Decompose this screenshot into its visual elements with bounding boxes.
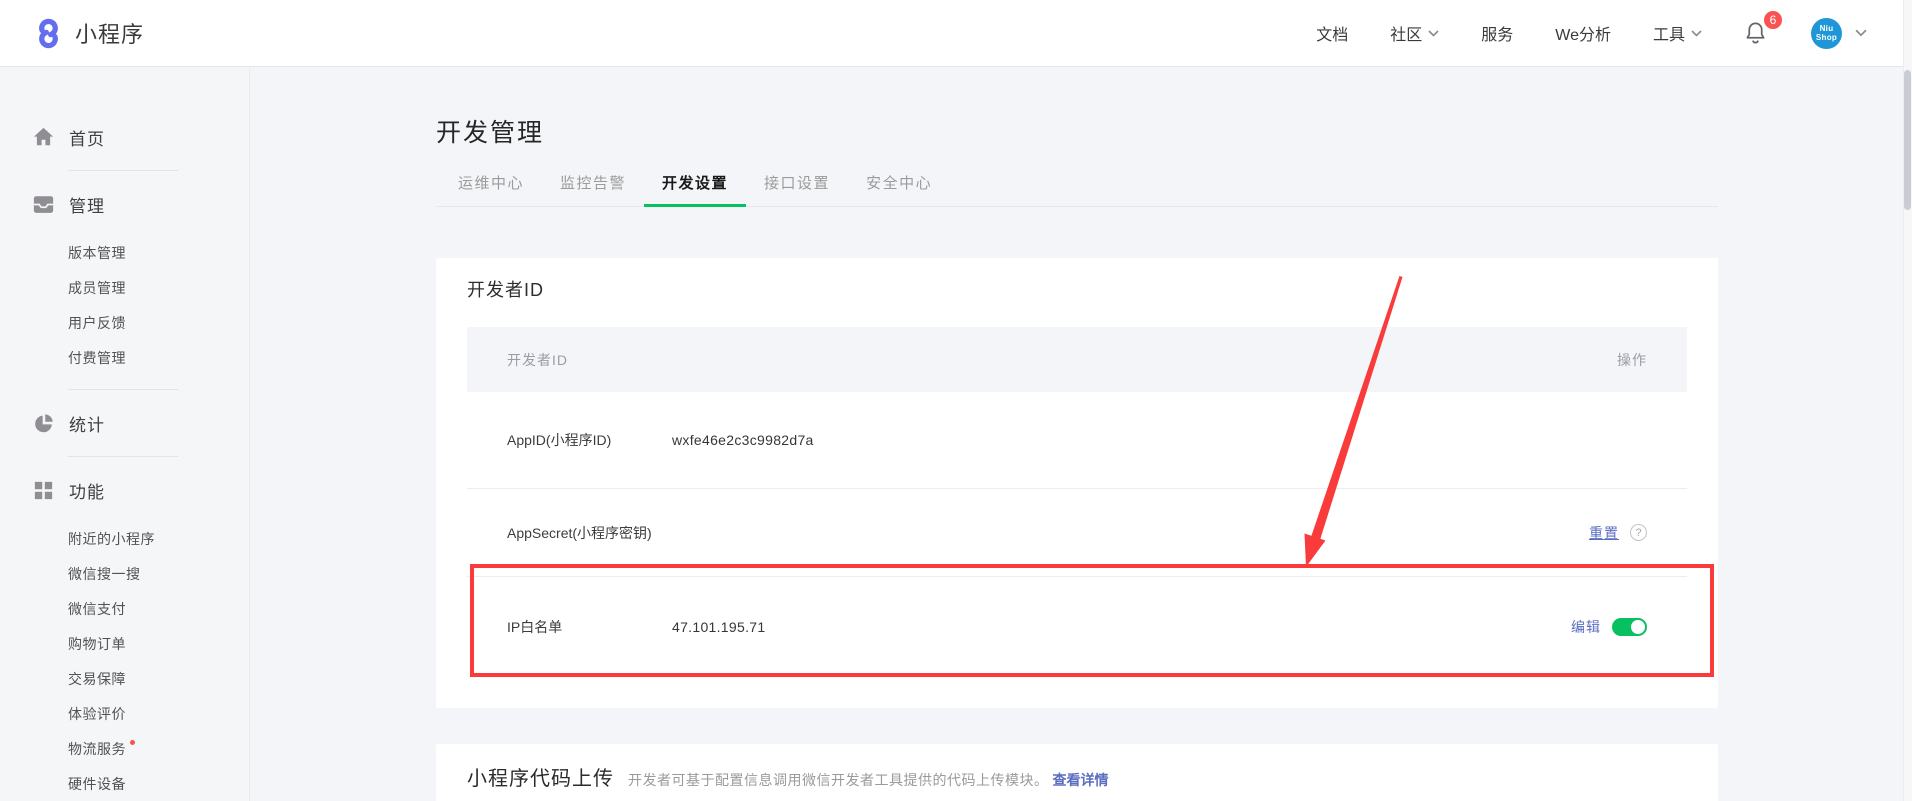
tab-api-settings[interactable]: 接口设置 [746, 172, 848, 206]
nav-label: 工具 [1653, 21, 1685, 45]
chevron-down-icon [1428, 30, 1439, 37]
column-header-action: 操作 [1617, 350, 1647, 370]
sidebar: 首页 管理 版本管理 成员管理 用户反馈 付费管理 统计 [0, 68, 250, 801]
view-details-link[interactable]: 查看详情 [1053, 770, 1109, 790]
section-title-code-upload: 小程序代码上传 [467, 762, 614, 791]
tab-bar: 运维中心 监控告警 开发设置 接口设置 安全中心 [436, 172, 1718, 207]
sidebar-item-label: 功能 [69, 478, 105, 503]
sidebar-item-logistics-service[interactable]: 物流服务 [0, 732, 249, 767]
sidebar-item-payment-management[interactable]: 付费管理 [0, 341, 249, 376]
sidebar-item-home[interactable]: 首页 [0, 117, 249, 157]
sidebar-item-wechat-pay[interactable]: 微信支付 [0, 592, 249, 627]
edit-link[interactable]: 编辑 [1571, 617, 1601, 637]
avatar-text-line1: Niu [1820, 24, 1834, 33]
avatar-text-line2: Shop [1816, 33, 1837, 42]
nav-services[interactable]: 服务 [1481, 21, 1513, 45]
nav-label: We分析 [1555, 21, 1611, 45]
tab-development-settings[interactable]: 开发设置 [644, 172, 746, 206]
code-upload-description: 开发者可基于配置信息调用微信开发者工具提供的代码上传模块。 [628, 770, 1049, 790]
ip-whitelist-label: IP白名单 [507, 617, 672, 637]
divider [68, 170, 178, 171]
sidebar-item-user-feedback[interactable]: 用户反馈 [0, 306, 249, 341]
miniprogram-logo-icon [33, 18, 64, 49]
appid-label: AppID(小程序ID) [507, 430, 672, 450]
notification-count-badge: 6 [1764, 11, 1782, 29]
ip-whitelist-toggle[interactable] [1612, 618, 1647, 636]
scrollbar-track [1903, 0, 1912, 801]
bell-icon [1744, 20, 1767, 45]
nav-label: 服务 [1481, 21, 1513, 45]
sidebar-item-features[interactable]: 功能 [0, 470, 249, 510]
brand-title: 小程序 [75, 17, 144, 49]
sidebar-item-statistics[interactable]: 统计 [0, 403, 249, 443]
sidebar-item-member-management[interactable]: 成员管理 [0, 271, 249, 306]
tray-icon [33, 194, 54, 215]
appid-value: wxfe46e2c3c9982d7a [672, 432, 1647, 448]
help-icon[interactable]: ? [1630, 524, 1647, 541]
divider [68, 456, 178, 457]
sidebar-item-management[interactable]: 管理 [0, 184, 249, 224]
developer-id-table: 开发者ID 操作 AppID(小程序ID) wxfe46e2c3c9982d7a… [467, 327, 1687, 677]
grid-icon [33, 480, 54, 501]
nav-label: 社区 [1390, 21, 1422, 45]
chevron-down-icon [1691, 30, 1702, 37]
table-row-ip-whitelist: IP白名单 47.101.195.71 编辑 [467, 577, 1687, 677]
appsecret-label: AppSecret(小程序密钥) [507, 523, 672, 543]
nav-label: 文档 [1316, 21, 1348, 45]
reset-link[interactable]: 重置 [1589, 523, 1619, 543]
tab-monitoring-alerts[interactable]: 监控告警 [542, 172, 644, 206]
column-header-developer-id: 开发者ID [507, 350, 568, 370]
notifications-button[interactable]: 6 [1744, 20, 1769, 46]
brand-logo: 小程序 [33, 17, 144, 49]
sidebar-item-label: 管理 [69, 192, 105, 217]
divider [68, 389, 178, 390]
tab-operations-center[interactable]: 运维中心 [440, 172, 542, 206]
nav-docs[interactable]: 文档 [1316, 21, 1348, 45]
sidebar-item-transaction-guarantee[interactable]: 交易保障 [0, 662, 249, 697]
table-row-appsecret: AppSecret(小程序密钥) 重置 ? [467, 489, 1687, 577]
sidebar-item-label: 统计 [69, 411, 105, 436]
sidebar-item-label: 首页 [69, 125, 105, 150]
main-content: 开发管理 运维中心 监控告警 开发设置 接口设置 安全中心 开发者ID 开发者I… [250, 68, 1912, 801]
home-icon [33, 127, 54, 148]
top-navigation: 文档 社区 服务 We分析 工具 6 [1316, 18, 1867, 49]
new-badge-dot [130, 740, 135, 745]
nav-tools[interactable]: 工具 [1653, 21, 1702, 45]
sidebar-item-hardware-devices[interactable]: 硬件设备 [0, 767, 249, 801]
ip-whitelist-value: 47.101.195.71 [672, 619, 1571, 635]
code-upload-card: 小程序代码上传 开发者可基于配置信息调用微信开发者工具提供的代码上传模块。 查看… [436, 744, 1718, 801]
toggle-knob [1631, 620, 1645, 634]
nav-we-analytics[interactable]: We分析 [1555, 21, 1611, 45]
chevron-down-icon [1855, 29, 1867, 37]
sidebar-item-shopping-orders[interactable]: 购物订单 [0, 627, 249, 662]
sidebar-item-wechat-search[interactable]: 微信搜一搜 [0, 557, 249, 592]
page-title: 开发管理 [436, 68, 1718, 150]
avatar: Niu Shop [1811, 18, 1842, 49]
sidebar-item-label: 物流服务 [68, 741, 126, 757]
scrollbar-thumb[interactable] [1904, 70, 1911, 210]
pie-chart-icon [33, 413, 54, 434]
tab-security-center[interactable]: 安全中心 [848, 172, 950, 206]
sidebar-item-nearby-miniprograms[interactable]: 附近的小程序 [0, 522, 249, 557]
developer-id-card: 开发者ID 开发者ID 操作 AppID(小程序ID) wxfe46e2c3c9… [436, 258, 1718, 708]
sidebar-item-experience-rating[interactable]: 体验评价 [0, 697, 249, 732]
section-title-developer-id: 开发者ID [467, 258, 1687, 301]
sidebar-item-version-management[interactable]: 版本管理 [0, 236, 249, 271]
nav-community[interactable]: 社区 [1390, 21, 1439, 45]
account-menu[interactable]: Niu Shop [1811, 18, 1867, 49]
topbar: 小程序 文档 社区 服务 We分析 工具 6 [0, 0, 1912, 67]
table-row-appid: AppID(小程序ID) wxfe46e2c3c9982d7a [467, 392, 1687, 489]
table-header-row: 开发者ID 操作 [467, 327, 1687, 392]
